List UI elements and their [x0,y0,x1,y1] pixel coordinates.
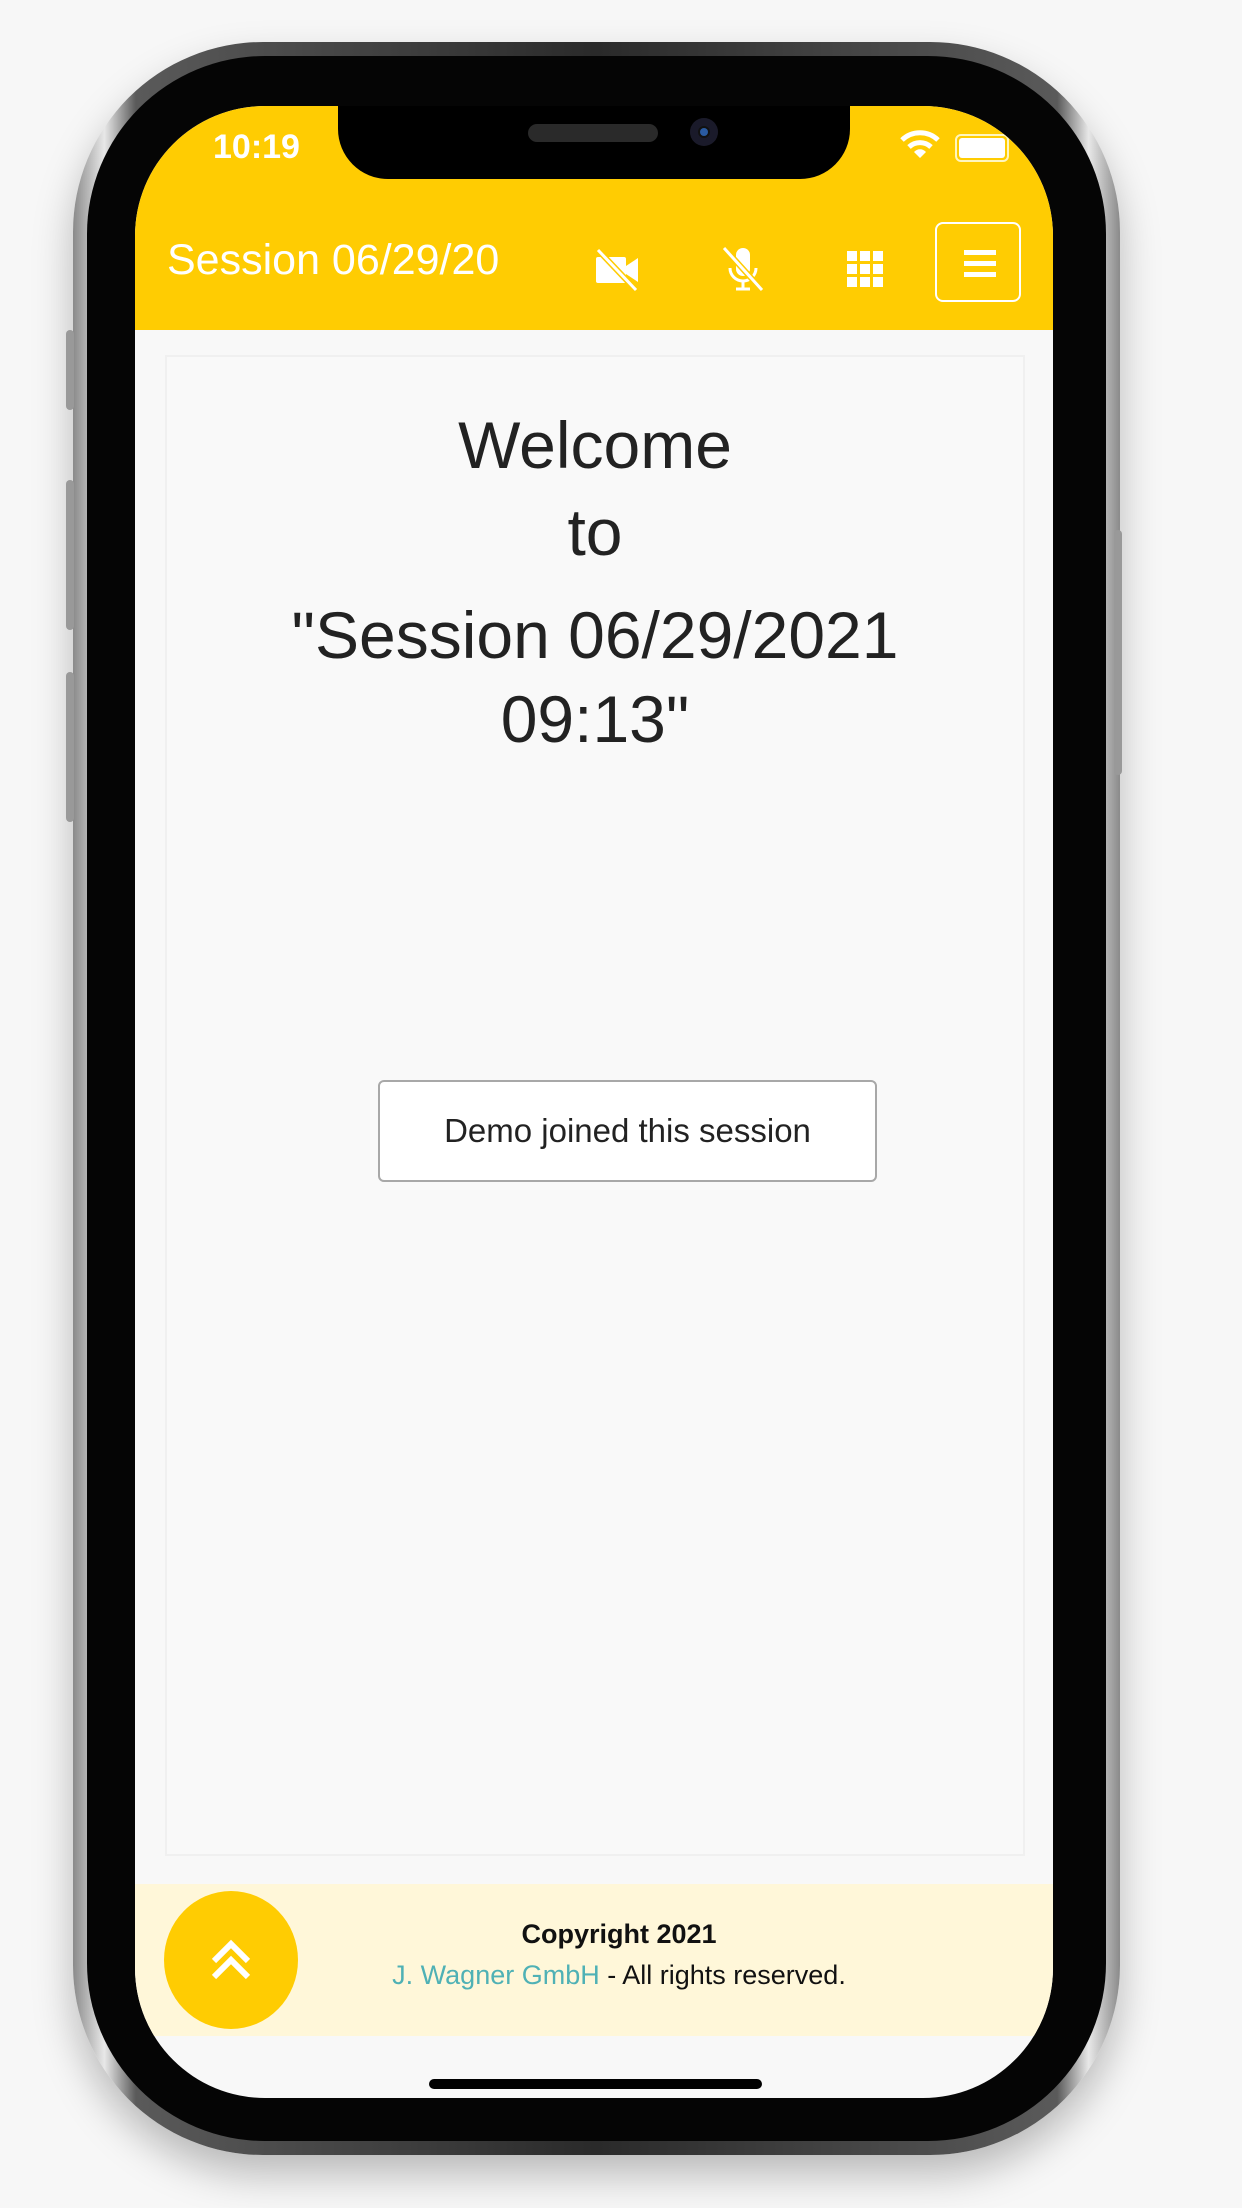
footer: Copyright 2021 J. Wagner GmbH - All righ… [135,1884,1053,2036]
grid-icon[interactable] [838,242,892,296]
phone-volume-up [66,480,74,630]
phone-notch [338,106,850,179]
video-off-icon[interactable] [590,242,644,296]
wifi-icon [900,130,940,158]
status-time: 10:19 [213,128,300,166]
joined-notice: Demo joined this session [378,1080,877,1182]
app-screen: 10:19 Session 06/29/20 Welcome to "Sessi… [135,106,1053,2098]
company-link[interactable]: J. Wagner GmbH [392,1960,600,1990]
rights-text: - All rights reserved. [599,1960,846,1990]
session-name-line2: 09:13" [500,682,690,756]
welcome-heading-to: to [567,495,623,569]
phone-mute-switch [66,330,74,410]
menu-button[interactable] [935,222,1021,302]
phone-power-button [1114,530,1122,775]
session-name-line1: "Session 06/29/2021 [291,598,899,672]
navbar: 10:19 Session 06/29/20 [135,106,1053,330]
battery-icon [955,134,1009,162]
mic-off-icon[interactable] [716,242,770,296]
home-indicator[interactable] [429,2079,762,2089]
speaker-grille [528,124,658,142]
content-card: Welcome to "Session 06/29/2021 09:13" De… [165,355,1025,1856]
phone-volume-down [66,672,74,822]
rights-line: J. Wagner GmbH - All rights reserved. [135,1960,1053,1991]
welcome-heading: Welcome [458,408,732,482]
copyright-text: Copyright 2021 [521,1919,717,1949]
front-camera [690,118,718,146]
session-title: Session 06/29/20 [167,236,500,284]
